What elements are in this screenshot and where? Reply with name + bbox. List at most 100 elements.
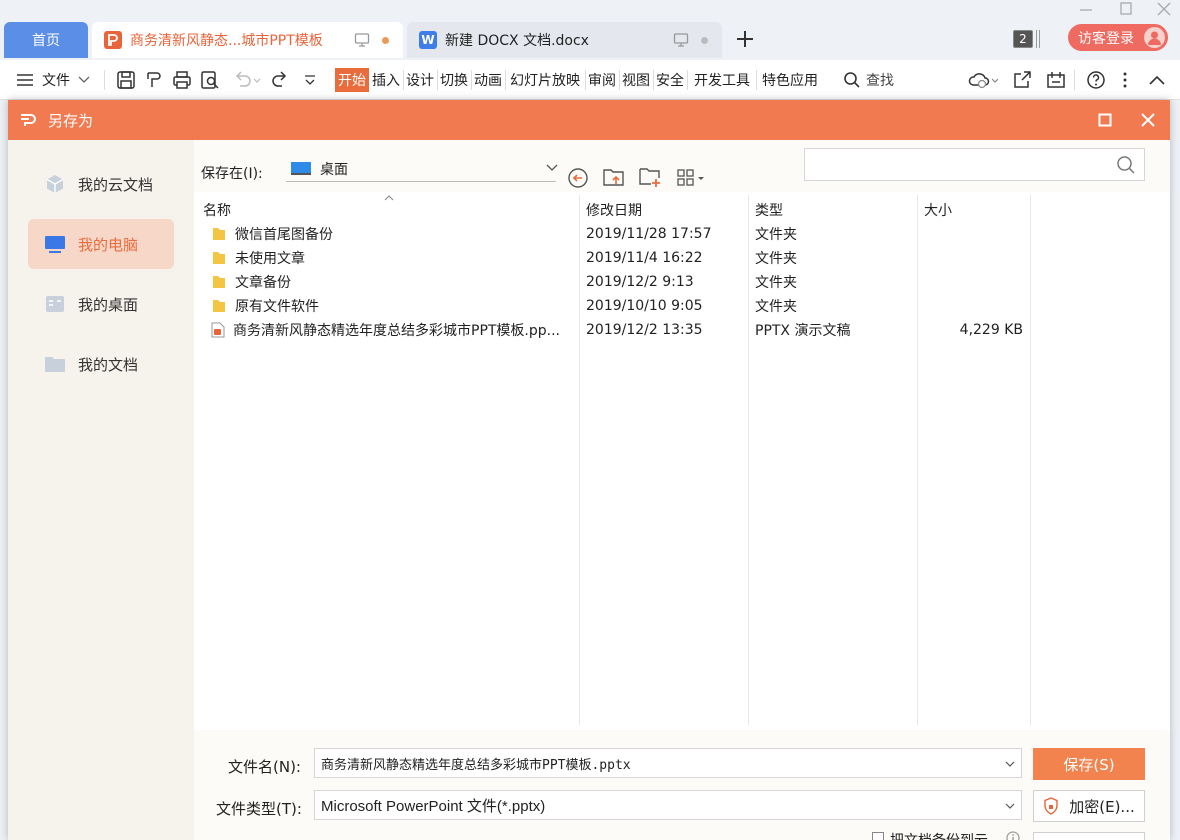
customize-toolbar-icon[interactable]: [302, 72, 318, 88]
search-command-label: 查找: [866, 73, 894, 89]
up-folder-icon[interactable]: [602, 166, 626, 188]
file-menu[interactable]: 文件: [16, 68, 90, 92]
tab-doc-docx-label: 新建 DOCX 文档.docx: [445, 33, 589, 49]
ribbon-tab-security[interactable]: 安全: [654, 68, 686, 92]
file-row[interactable]: 文章备份 2019/12/2 9:13 文件夹: [203, 270, 1033, 294]
sidebar-item-label: 我的桌面: [78, 295, 139, 314]
new-tab-plus-icon[interactable]: [734, 28, 756, 50]
tab-dot-icon: [701, 36, 708, 44]
column-header-date[interactable]: 修改日期: [586, 200, 642, 224]
ribbon-tab-design[interactable]: 设计: [404, 68, 436, 92]
filetype-label: 文件类型(T):: [216, 800, 302, 818]
print-icon[interactable]: [172, 70, 192, 90]
file-row[interactable]: 原有文件软件 2019/10/10 9:05 文件夹: [203, 294, 1033, 318]
encrypt-button[interactable]: 加密(E)...: [1033, 790, 1145, 822]
print-preview-icon[interactable]: [200, 70, 220, 90]
collaborate-icon[interactable]: [1046, 70, 1066, 90]
share-icon[interactable]: [1012, 70, 1032, 90]
filetype-select[interactable]: Microsoft PowerPoint 文件(*.pptx): [314, 790, 1022, 820]
filetype-value: Microsoft PowerPoint 文件(*.pptx): [321, 797, 546, 815]
view-mode-icon[interactable]: [676, 167, 708, 189]
save-as-dialog: 另存为 我的云文档 我的电脑 我的桌面 我的文档 保存在(I): 桌面 名称 修…: [8, 100, 1170, 840]
location-sidebar: 我的云文档 我的电脑 我的桌面 我的文档: [8, 140, 194, 840]
tab-doc-docx[interactable]: W 新建 DOCX 文档.docx: [407, 22, 722, 58]
file-type: PPTX 演示文稿: [755, 323, 851, 339]
file-name: 未使用文章: [235, 251, 305, 267]
dialog-maximize-icon[interactable]: [1098, 113, 1112, 127]
tab-home[interactable]: 首页: [4, 22, 88, 58]
cloud-sync-icon[interactable]: [968, 70, 998, 90]
tab-list-icon[interactable]: [1036, 30, 1040, 48]
chevron-down-icon[interactable]: [1005, 761, 1015, 767]
chevron-down-icon[interactable]: [1005, 803, 1015, 809]
new-folder-icon[interactable]: [638, 166, 662, 188]
sidebar-item-desktop[interactable]: 我的桌面: [28, 279, 174, 329]
close-window-icon[interactable]: [1154, 2, 1174, 16]
collapse-ribbon-icon[interactable]: [1148, 72, 1166, 88]
dialog-title-bar[interactable]: 另存为: [8, 100, 1170, 140]
file-date: 2019/11/28 17:57: [586, 226, 712, 242]
ribbon-tab-insert[interactable]: 插入: [370, 68, 402, 92]
undo-icon[interactable]: [232, 70, 262, 90]
tab-doc-ppt[interactable]: 商务清新风静态...城市PPT模板: [92, 22, 403, 58]
help-icon[interactable]: [1086, 70, 1106, 90]
file-type: 文件夹: [755, 227, 797, 243]
column-header-size[interactable]: 大小: [924, 200, 952, 224]
encrypt-button-label: 加密(E)...: [1069, 797, 1135, 816]
sidebar-item-my-computer[interactable]: 我的电脑: [28, 219, 174, 269]
tab-count-badge[interactable]: 2: [1013, 30, 1033, 48]
ribbon-tab-animation[interactable]: 动画: [472, 68, 504, 92]
info-icon[interactable]: [1006, 831, 1020, 840]
sidebar-item-cloud-docs[interactable]: 我的云文档: [28, 159, 174, 209]
cancel-button[interactable]: [1033, 832, 1145, 840]
ribbon-tab-features[interactable]: 特色应用: [758, 68, 822, 92]
ribbon-tab-review[interactable]: 审阅: [586, 68, 618, 92]
file-row[interactable]: 商务清新风静态精选年度总结多彩城市PPT模板.pp... 2019/12/2 1…: [203, 318, 1033, 342]
save-in-label: 保存在(I):: [201, 166, 263, 182]
guest-login-button[interactable]: 访客登录: [1068, 24, 1168, 51]
file-name: 微信首尾图备份: [235, 227, 333, 243]
backup-checkbox[interactable]: [872, 832, 884, 840]
search-icon: [844, 72, 860, 88]
search-icon[interactable]: [1116, 155, 1136, 175]
search-input[interactable]: [804, 148, 1145, 181]
file-name: 文章备份: [235, 275, 291, 291]
save-button[interactable]: 保存(S): [1033, 748, 1145, 780]
wps-logo-icon: [21, 114, 36, 126]
column-header-name[interactable]: 名称: [203, 200, 231, 224]
search-command[interactable]: 查找: [843, 68, 894, 92]
filename-input[interactable]: 商务清新风静态精选年度总结多彩城市PPT模板.pptx: [314, 748, 1022, 778]
file-type: 文件夹: [755, 275, 797, 291]
cloud-cube-icon: [46, 175, 64, 193]
sidebar-item-label: 我的电脑: [78, 235, 139, 254]
ribbon-tab-view[interactable]: 视图: [620, 68, 652, 92]
more-menu-icon[interactable]: [1120, 70, 1130, 90]
folder-icon: [213, 228, 225, 240]
minimize-icon[interactable]: [1076, 2, 1096, 16]
file-type: 文件夹: [755, 299, 797, 315]
folder-icon: [213, 276, 225, 288]
save-icon[interactable]: [116, 70, 136, 90]
sidebar-item-documents[interactable]: 我的文档: [28, 339, 174, 389]
format-painter-icon[interactable]: [144, 70, 164, 90]
file-type: 文件夹: [755, 251, 797, 267]
save-button-label: 保存(S): [1063, 755, 1115, 774]
divider: [1074, 70, 1075, 90]
file-date: 2019/12/2 13:35: [586, 322, 703, 338]
filename-label: 文件名(N):: [228, 758, 301, 776]
ribbon-tab-transition[interactable]: 切换: [438, 68, 470, 92]
save-location-value: 桌面: [320, 161, 348, 178]
dialog-close-icon[interactable]: [1141, 113, 1155, 127]
ribbon-tab-developer[interactable]: 开发工具: [690, 68, 754, 92]
column-header-type[interactable]: 类型: [755, 200, 783, 224]
save-location-select[interactable]: 桌面: [286, 156, 558, 182]
file-row[interactable]: 微信首尾图备份 2019/11/28 17:57 文件夹: [203, 222, 1033, 246]
file-size: 4,229 KB: [959, 322, 1023, 338]
ribbon-tab-home[interactable]: 开始: [335, 68, 369, 92]
maximize-icon[interactable]: [1116, 2, 1136, 16]
ribbon-tab-slideshow[interactable]: 幻灯片放映: [506, 68, 584, 92]
redo-icon[interactable]: [270, 70, 290, 90]
folder-icon: [213, 300, 225, 312]
file-row[interactable]: 未使用文章 2019/11/4 16:22 文件夹: [203, 246, 1033, 270]
back-icon[interactable]: [567, 167, 589, 189]
